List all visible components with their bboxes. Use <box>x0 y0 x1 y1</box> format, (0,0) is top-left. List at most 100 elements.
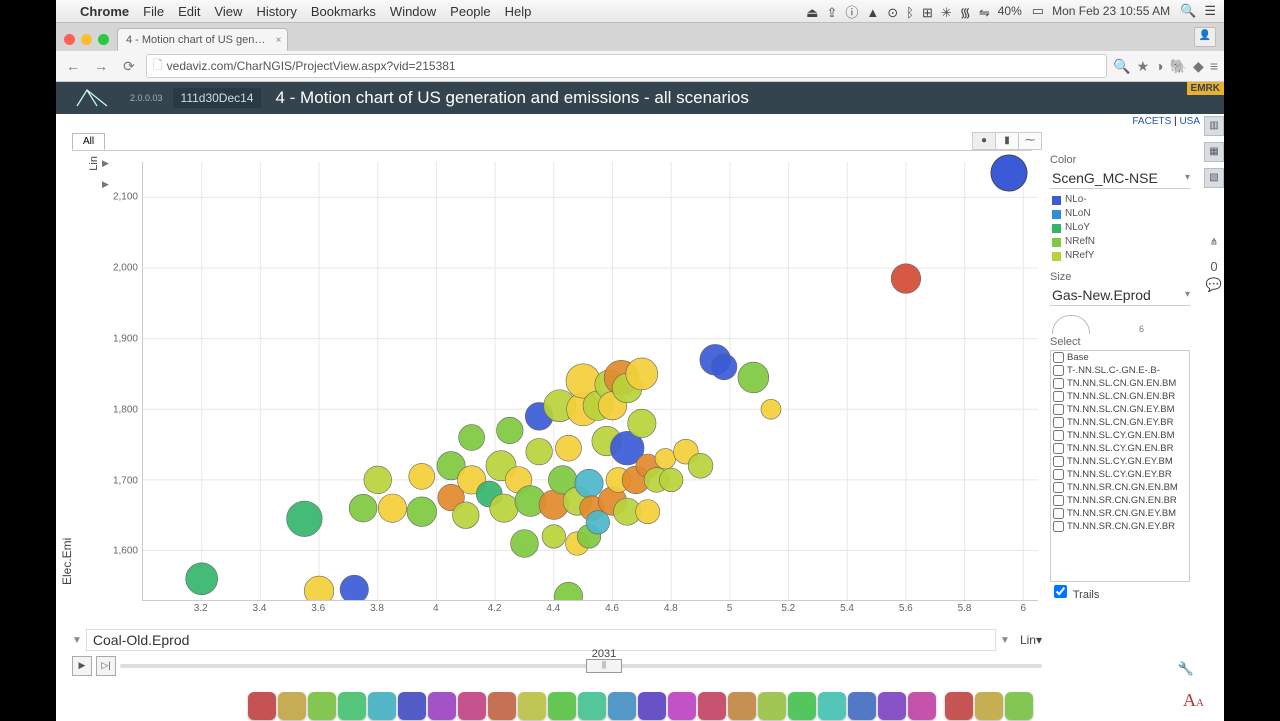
tool-barchart-icon[interactable]: ▥ <box>1204 116 1224 136</box>
dock-app-icon[interactable] <box>758 692 786 720</box>
dock-app-icon[interactable] <box>945 692 973 720</box>
tool-network-icon[interactable]: ⋔ <box>1205 234 1223 252</box>
select-item[interactable]: TN.NN.SR.CN.GN.EY.BR <box>1051 520 1189 533</box>
status-icon[interactable]: ᯾ <box>960 5 971 20</box>
address-bar[interactable]: 🗋 vedaviz.com/CharNGIS/ProjectView.aspx?… <box>146 54 1107 78</box>
select-item[interactable]: TN.NN.SR.CN.GN.EN.BR <box>1051 494 1189 507</box>
macos-dock[interactable] <box>56 680 1224 720</box>
dock-app-icon[interactable] <box>518 692 546 720</box>
ext-icon-1[interactable]: ◑ <box>1155 58 1163 74</box>
dock-app-icon[interactable] <box>878 692 906 720</box>
slider-thumb[interactable]: || <box>586 659 622 673</box>
dock-app-icon[interactable] <box>1005 692 1033 720</box>
ext-icon-2[interactable]: 🐘 <box>1170 58 1187 75</box>
tab-close-icon[interactable]: × <box>276 35 282 46</box>
outlier-bubble[interactable] <box>990 154 1028 195</box>
crumb-facets[interactable]: FACETS <box>1132 116 1171 127</box>
dock-app-icon[interactable] <box>698 692 726 720</box>
color-dropdown[interactable]: ScenG_MC-NSE <box>1050 168 1190 189</box>
select-item[interactable]: TN.NN.SR.CN.GN.EN.BM <box>1051 481 1189 494</box>
ext-icon-3[interactable]: ◆ <box>1193 58 1204 75</box>
x-axis-arrow-icon[interactable]: ▼ <box>72 635 82 646</box>
legend-item[interactable]: NRefY <box>1052 249 1190 263</box>
app-name[interactable]: Chrome <box>80 4 129 19</box>
comment-count[interactable]: 0 💬 <box>1205 258 1223 276</box>
select-item[interactable]: TN.NN.SL.CY.GN.EN.BM <box>1051 429 1189 442</box>
year-slider[interactable]: 2031 || <box>120 664 1042 668</box>
forward-button[interactable]: → <box>90 55 112 77</box>
select-item[interactable]: TN.NN.SL.CN.GN.EY.BM <box>1051 403 1189 416</box>
step-button[interactable]: ▷| <box>96 656 116 676</box>
dock-app-icon[interactable] <box>668 692 696 720</box>
menu-file[interactable]: File <box>143 4 164 19</box>
tab-all[interactable]: All <box>72 133 105 150</box>
size-dropdown[interactable]: Gas-New.Eprod <box>1050 285 1190 306</box>
dock-app-icon[interactable] <box>548 692 576 720</box>
charttype-bar-icon[interactable]: ▮ <box>995 133 1018 149</box>
menu-help[interactable]: Help <box>505 4 532 19</box>
y-scale-toggle[interactable]: Lin <box>88 156 100 171</box>
spotlight-icon[interactable]: 🔍 <box>1180 3 1196 19</box>
menu-view[interactable]: View <box>214 4 242 19</box>
dock-app-icon[interactable] <box>728 692 756 720</box>
dock-app-icon[interactable] <box>488 692 516 720</box>
status-icon[interactable]: ⇋ <box>979 5 990 20</box>
status-icon[interactable]: ⏏ <box>806 5 818 20</box>
dock-app-icon[interactable] <box>788 692 816 720</box>
dock-app-icon[interactable] <box>608 692 636 720</box>
status-icon[interactable]: ⊞ <box>922 5 933 20</box>
status-icon[interactable]: ⓘ <box>845 5 858 20</box>
scatter-plot[interactable] <box>142 162 1038 601</box>
menu-window[interactable]: Window <box>390 4 436 19</box>
select-item[interactable]: TN.NN.SL.CN.GN.EY.BR <box>1051 416 1189 429</box>
menu-history[interactable]: History <box>256 4 296 19</box>
window-minimize-button[interactable] <box>81 34 92 45</box>
dock-app-icon[interactable] <box>908 692 936 720</box>
x-axis-arrow2-icon[interactable]: ▼ <box>1000 635 1010 646</box>
select-item[interactable]: TN.NN.SL.CY.GN.EY.BR <box>1051 468 1189 481</box>
dock-app-icon[interactable] <box>638 692 666 720</box>
x-scale-toggle[interactable]: Lin▾ <box>1020 633 1042 647</box>
crumb-usa[interactable]: USA <box>1179 116 1200 127</box>
select-item[interactable]: TN.NN.SL.CY.GN.EN.BR <box>1051 442 1189 455</box>
legend-item[interactable]: NRefN <box>1052 235 1190 249</box>
status-icon[interactable]: ⊙ <box>887 5 898 20</box>
reload-button[interactable]: ⟳ <box>118 55 140 77</box>
dock-app-icon[interactable] <box>848 692 876 720</box>
status-icon[interactable]: ᛒ <box>906 5 914 20</box>
dock-app-icon[interactable] <box>398 692 426 720</box>
dock-app-icon[interactable] <box>458 692 486 720</box>
legend-item[interactable]: NLoN <box>1052 207 1190 221</box>
profile-button[interactable]: 👤 <box>1194 27 1216 47</box>
select-listbox[interactable]: BaseT-.NN.SL.C-.GN.E-.B-TN.NN.SL.CN.GN.E… <box>1050 350 1190 582</box>
tool-image-icon[interactable]: ▧ <box>1204 168 1224 188</box>
play-button[interactable]: ▶ <box>72 656 92 676</box>
select-item[interactable]: Base <box>1051 351 1189 364</box>
trails-checkbox[interactable]: Trails <box>1050 589 1099 601</box>
status-icon[interactable]: ⇪ <box>826 5 837 20</box>
back-button[interactable]: ← <box>62 55 84 77</box>
dock-app-icon[interactable] <box>975 692 1003 720</box>
dock-app-icon[interactable] <box>368 692 396 720</box>
window-close-button[interactable] <box>64 34 75 45</box>
status-icon[interactable]: ▲ <box>866 5 879 20</box>
window-zoom-button[interactable] <box>98 34 109 45</box>
select-item[interactable]: TN.NN.SR.CN.GN.EY.BM <box>1051 507 1189 520</box>
notification-icon[interactable]: ☰ <box>1204 3 1216 19</box>
menu-bookmarks[interactable]: Bookmarks <box>311 4 376 19</box>
legend-item[interactable]: NLoY <box>1052 221 1190 235</box>
status-icon[interactable]: ✳ <box>941 5 952 20</box>
zoom-icon[interactable]: 🔍 <box>1113 58 1130 75</box>
dock-app-icon[interactable] <box>248 692 276 720</box>
dock-app-icon[interactable] <box>578 692 606 720</box>
charttype-bubble-icon[interactable]: ● <box>973 133 995 149</box>
dock-app-icon[interactable] <box>278 692 306 720</box>
select-item[interactable]: TN.NN.SL.CY.GN.EY.BM <box>1051 455 1189 468</box>
menu-people[interactable]: People <box>450 4 490 19</box>
menu-edit[interactable]: Edit <box>178 4 200 19</box>
select-item[interactable]: TN.NN.SL.CN.GN.EN.BR <box>1051 390 1189 403</box>
charttype-line-icon[interactable]: ⁓ <box>1018 133 1041 149</box>
star-icon[interactable]: ★ <box>1137 58 1150 75</box>
y-axis-label[interactable]: Elec.Emi <box>60 538 74 585</box>
dock-app-icon[interactable] <box>428 692 456 720</box>
